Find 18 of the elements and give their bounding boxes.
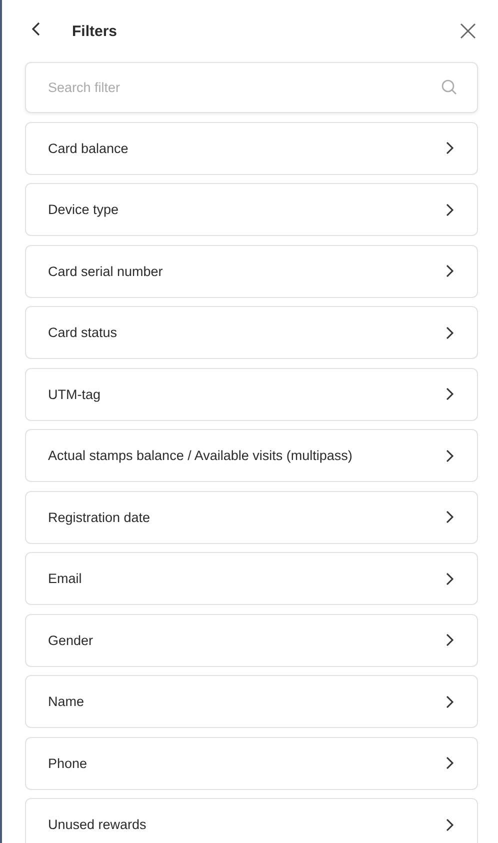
back-icon <box>32 22 40 36</box>
filter-item[interactable]: Email <box>25 552 478 605</box>
filter-item[interactable]: Gender <box>25 614 478 666</box>
filter-item[interactable]: Actual stamps balance / Available visits (multipass) <box>25 429 478 482</box>
close-button[interactable] <box>458 21 478 41</box>
filter-item[interactable]: Card status <box>25 306 478 359</box>
filter-item[interactable]: Registration date <box>25 490 478 544</box>
filter-item[interactable]: UTM-tag <box>25 368 478 420</box>
filter-item[interactable]: Name <box>25 675 478 728</box>
filter-item[interactable]: Unused rewards <box>25 798 478 843</box>
filter-item[interactable]: Phone <box>25 736 478 790</box>
search-field[interactable]: Search filter <box>25 62 478 113</box>
close-icon <box>458 21 478 41</box>
search-icon <box>441 79 457 95</box>
panel-title: Filters <box>72 22 118 40</box>
filter-item[interactable]: Device type <box>25 183 478 236</box>
filter-item[interactable]: Card serial number <box>25 244 478 298</box>
filter-item[interactable]: Card balance <box>25 122 478 174</box>
